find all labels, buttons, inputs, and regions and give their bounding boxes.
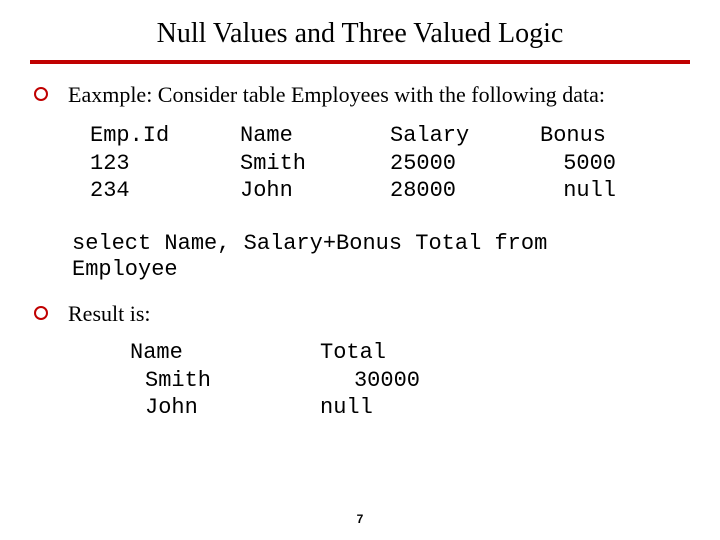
page-number: 7 [0, 512, 720, 526]
cell-name: John [240, 177, 390, 205]
result-table: Name Total Smith 30000 John null [130, 339, 690, 422]
cell-empid: 123 [90, 150, 240, 178]
col-name: Name [240, 122, 390, 150]
cell-total: null [320, 394, 470, 422]
col-empid: Emp.Id [90, 122, 240, 150]
bullet-icon [34, 306, 48, 320]
bullet-row-2: Result is: [34, 301, 690, 327]
col-total: Total [320, 339, 470, 367]
table-header: Name Total [130, 339, 690, 367]
cell-empid: 234 [90, 177, 240, 205]
col-bonus: Bonus [540, 122, 660, 150]
result-label: Result is: [68, 301, 151, 327]
table-row: 123 Smith 25000 5000 [90, 150, 690, 178]
slide-body: Null Values and Three Valued Logic Eaxmp… [0, 0, 720, 422]
cell-total: 30000 [320, 367, 470, 395]
table-row: Smith 30000 [130, 367, 690, 395]
table-row: John null [130, 394, 690, 422]
sql-line: Employee [72, 257, 672, 283]
table-header: Emp.Id Name Salary Bonus [90, 122, 690, 150]
cell-salary: 25000 [390, 150, 540, 178]
cell-name: John [130, 394, 320, 422]
cell-name: Smith [240, 150, 390, 178]
bullet-row-1: Eaxmple: Consider table Employees with t… [34, 82, 690, 108]
title-underline [30, 60, 690, 64]
cell-bonus: null [540, 177, 660, 205]
col-salary: Salary [390, 122, 540, 150]
intro-text: Eaxmple: Consider table Employees with t… [68, 82, 605, 108]
col-name: Name [130, 339, 320, 367]
table-row: 234 John 28000 null [90, 177, 690, 205]
slide-title: Null Values and Three Valued Logic [100, 18, 620, 50]
cell-name: Smith [130, 367, 320, 395]
bullet-icon [34, 87, 48, 101]
cell-bonus: 5000 [540, 150, 660, 178]
cell-salary: 28000 [390, 177, 540, 205]
sql-line: select Name, Salary+Bonus Total from [72, 231, 672, 257]
employees-table: Emp.Id Name Salary Bonus 123 Smith 25000… [90, 122, 690, 205]
sql-query: select Name, Salary+Bonus Total from Emp… [72, 231, 672, 284]
